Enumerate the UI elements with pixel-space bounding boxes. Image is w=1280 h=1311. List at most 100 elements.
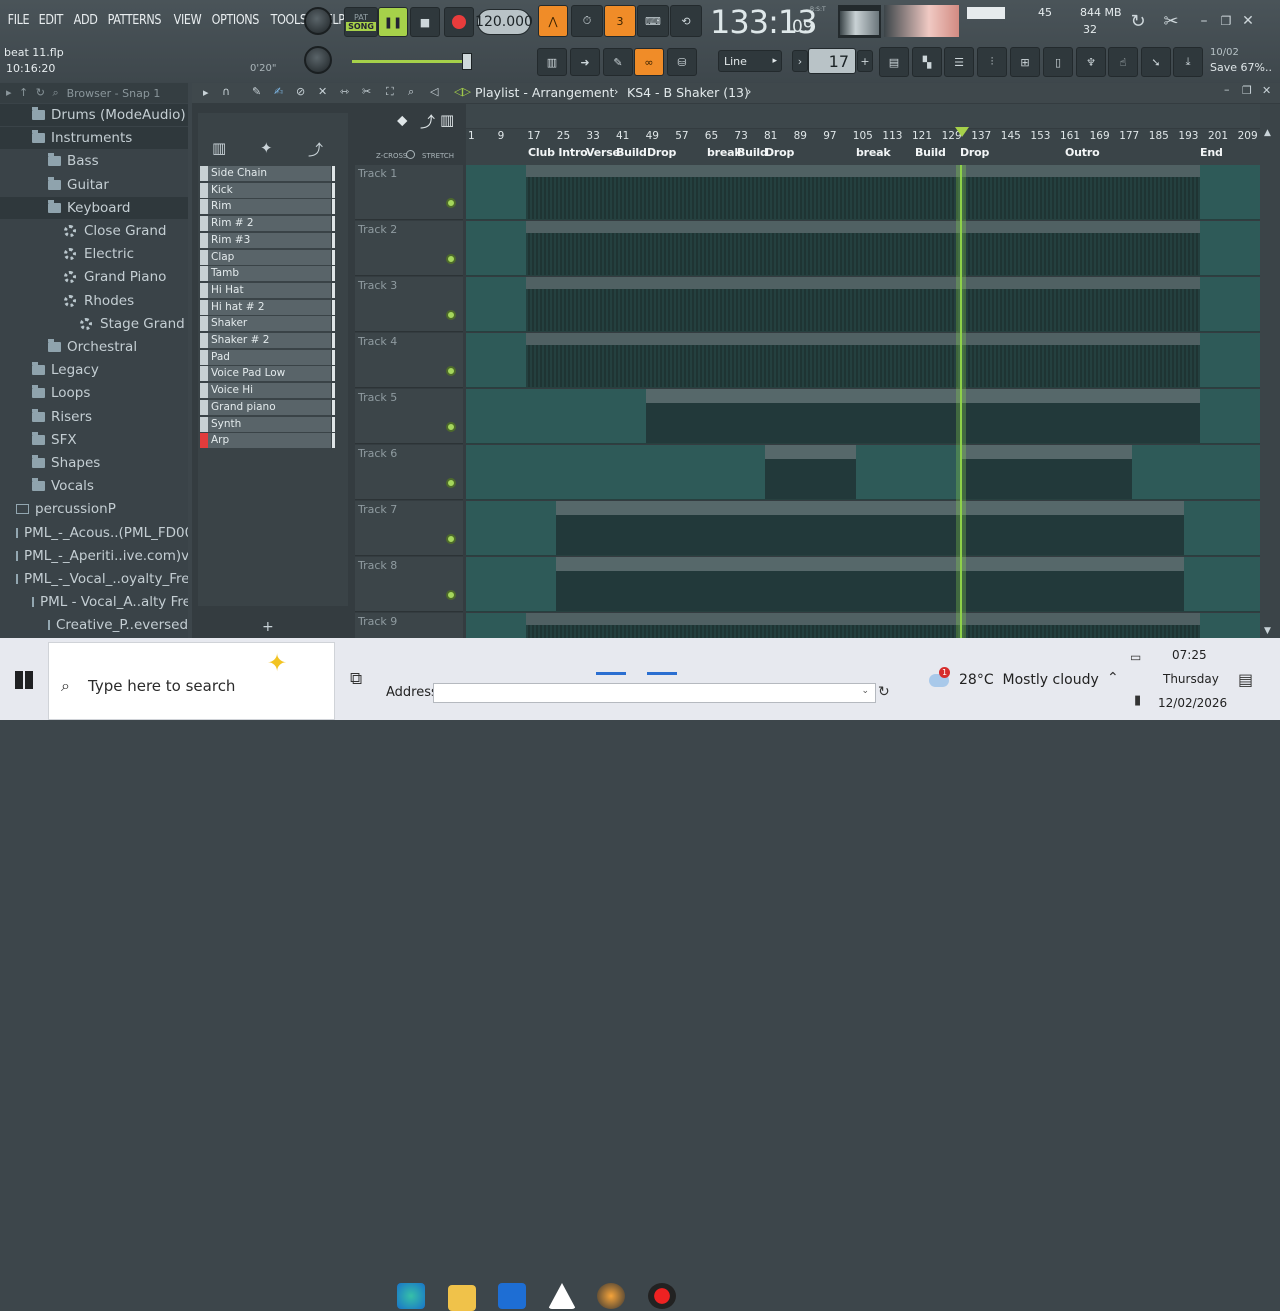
picker-channel[interactable]: Hi Hat	[200, 282, 335, 298]
browser-item[interactable]: Risers	[0, 406, 188, 428]
pattern-clip[interactable]	[765, 445, 856, 499]
countdown-button[interactable]: 3	[604, 5, 636, 37]
browser-item[interactable]: Shapes	[0, 452, 188, 474]
task-view-icon[interactable]: ⧉	[350, 669, 362, 689]
track-enable-led[interactable]	[446, 310, 456, 320]
track-enable-led[interactable]	[446, 478, 456, 488]
track-lane[interactable]	[466, 333, 1260, 388]
current-pattern[interactable]: KS4 - B Shaker (13)	[627, 85, 749, 100]
step-edit-button[interactable]: ⌨	[637, 5, 669, 37]
picker-channel[interactable]: Shaker	[200, 316, 335, 332]
playlist-minimize-icon[interactable]: –	[1224, 83, 1230, 96]
playlist-close-icon[interactable]: ✕	[1262, 84, 1271, 97]
pattern-clip[interactable]	[526, 613, 1200, 638]
file-explorer-icon[interactable]	[448, 1285, 476, 1311]
track-lane[interactable]	[466, 445, 1260, 500]
track-lane[interactable]	[466, 557, 1260, 612]
slip-tool-icon[interactable]: ⇿	[340, 85, 349, 98]
browser-item[interactable]: Orchestral	[0, 336, 188, 358]
select-tool-icon[interactable]: ⛶	[386, 85, 394, 99]
download-button[interactable]: ⤓	[1173, 47, 1203, 77]
fl-studio-icon[interactable]	[597, 1283, 625, 1309]
browser-arrows-icon[interactable]: ▸ ↑ ↻ ⌕	[6, 86, 61, 100]
pattern-clip[interactable]	[556, 501, 1184, 555]
picker-channel[interactable]: Hi hat # 2	[200, 299, 335, 315]
track-header[interactable]: Track 7	[355, 501, 463, 556]
track-lane[interactable]	[466, 501, 1260, 556]
browser-item[interactable]: percussionP	[0, 498, 188, 520]
track-header[interactable]: Track 4	[355, 333, 463, 388]
restore-window-button[interactable]: ❐	[1215, 10, 1237, 32]
pattern-tool-icon[interactable]: ⤴	[420, 111, 435, 132]
track-enable-led[interactable]	[446, 422, 456, 432]
pattern-clip[interactable]	[526, 221, 1200, 275]
pattern-clip[interactable]	[526, 333, 1200, 387]
edge-icon[interactable]	[397, 1283, 425, 1309]
picker-channel[interactable]: Shaker # 2	[200, 333, 335, 348]
picker-channel[interactable]: Kick	[200, 182, 335, 198]
track-enable-led[interactable]	[446, 254, 456, 264]
vertical-scrollbar[interactable]: ▲ ▼	[1260, 104, 1280, 638]
track-lane[interactable]	[466, 221, 1260, 276]
timeline-ruler[interactable]: 1 9 17 25 33 41 49 57 65 73 81 89 97 105 113 121 129 137 1…	[466, 127, 1260, 165]
draw-tool-button[interactable]: ✎	[603, 48, 633, 76]
metronome-button[interactable]: ⋀	[538, 5, 568, 37]
record-button[interactable]	[444, 7, 474, 37]
section-marker[interactable]: Build	[737, 146, 768, 159]
track-header[interactable]: Track 8	[355, 557, 463, 612]
playback-tool-icon[interactable]: ◁	[430, 85, 438, 98]
track-header[interactable]: Track 1	[355, 165, 463, 220]
link-tool-button[interactable]: ∞	[634, 48, 664, 76]
plugin-picker-button[interactable]: ♆	[1076, 47, 1106, 77]
arrangement-grid[interactable]	[466, 165, 1260, 638]
diamond-arrows-icon[interactable]: ⬥	[397, 111, 408, 129]
playhead-marker[interactable]	[955, 127, 969, 137]
track-lane[interactable]	[466, 277, 1260, 332]
wait-input-button[interactable]: ⏱	[571, 5, 603, 37]
track-header[interactable]: Track 5	[355, 389, 463, 444]
picker-channel[interactable]: Clap	[200, 249, 335, 265]
vlc-icon[interactable]	[548, 1283, 576, 1309]
track-enable-led[interactable]	[446, 366, 456, 376]
zcross-checkbox[interactable]	[406, 150, 415, 159]
playlist-menu-arrow-icon[interactable]: ▸	[203, 86, 209, 99]
browser-item[interactable]: Loops	[0, 382, 188, 404]
browser-item[interactable]: Rhodes	[0, 290, 188, 312]
browser-item[interactable]: Creative_P..eversed)	[0, 614, 188, 636]
clock-date[interactable]: 12/02/2026	[1158, 696, 1227, 710]
track-enable-led[interactable]	[446, 198, 456, 208]
master-pitch-knob[interactable]	[304, 46, 332, 74]
track-lane[interactable]	[466, 389, 1260, 444]
picker-channel[interactable]: Tamb	[200, 266, 335, 282]
project-info-button[interactable]: ▯	[1043, 47, 1073, 77]
scroll-up-icon[interactable]: ▲	[1264, 128, 1271, 138]
pattern-clip[interactable]	[526, 165, 1200, 219]
pattern-clip[interactable]	[556, 557, 1184, 611]
playlist-restore-icon[interactable]: ❐	[1242, 84, 1252, 97]
browser-item[interactable]: Keyboard	[0, 196, 188, 219]
delete-tool-icon[interactable]: ⊘	[296, 85, 305, 98]
tempo-display[interactable]: 120.000	[475, 9, 533, 35]
section-marker[interactable]: Verse	[586, 146, 620, 159]
weather-text[interactable]: 28°C Mostly cloudy	[959, 672, 1099, 688]
loop-record-button[interactable]: ⟲	[670, 5, 702, 37]
grid-tool-icon[interactable]: ▥	[440, 111, 454, 129]
step-add-button[interactable]: +	[857, 50, 873, 72]
browser-item[interactable]: Close Grand	[0, 220, 188, 242]
picker-channel[interactable]: Arp	[200, 433, 335, 449]
magnet-icon[interactable]: ∩	[222, 85, 230, 98]
mixer-button[interactable]: ⫶	[977, 47, 1007, 77]
pencil-tool-icon[interactable]: ✎	[252, 85, 261, 98]
address-refresh-icon[interactable]: ↻	[878, 684, 890, 700]
pat-song-toggle[interactable]: PAT SONG	[344, 7, 378, 37]
piano-roll-button[interactable]: ▚	[912, 47, 942, 77]
step-prev-button[interactable]: ›	[792, 50, 808, 72]
track-header[interactable]: Track 6	[355, 445, 463, 500]
menu-file[interactable]: FILE	[4, 12, 33, 28]
section-marker[interactable]: Outro	[1065, 146, 1100, 159]
step-value-field[interactable]: 17	[808, 48, 856, 74]
section-marker[interactable]: Build	[915, 146, 946, 159]
picker-channel[interactable]: Side Chain	[200, 166, 335, 181]
master-volume-knob[interactable]	[304, 7, 332, 35]
picker-channel[interactable]: Synth	[200, 416, 335, 432]
